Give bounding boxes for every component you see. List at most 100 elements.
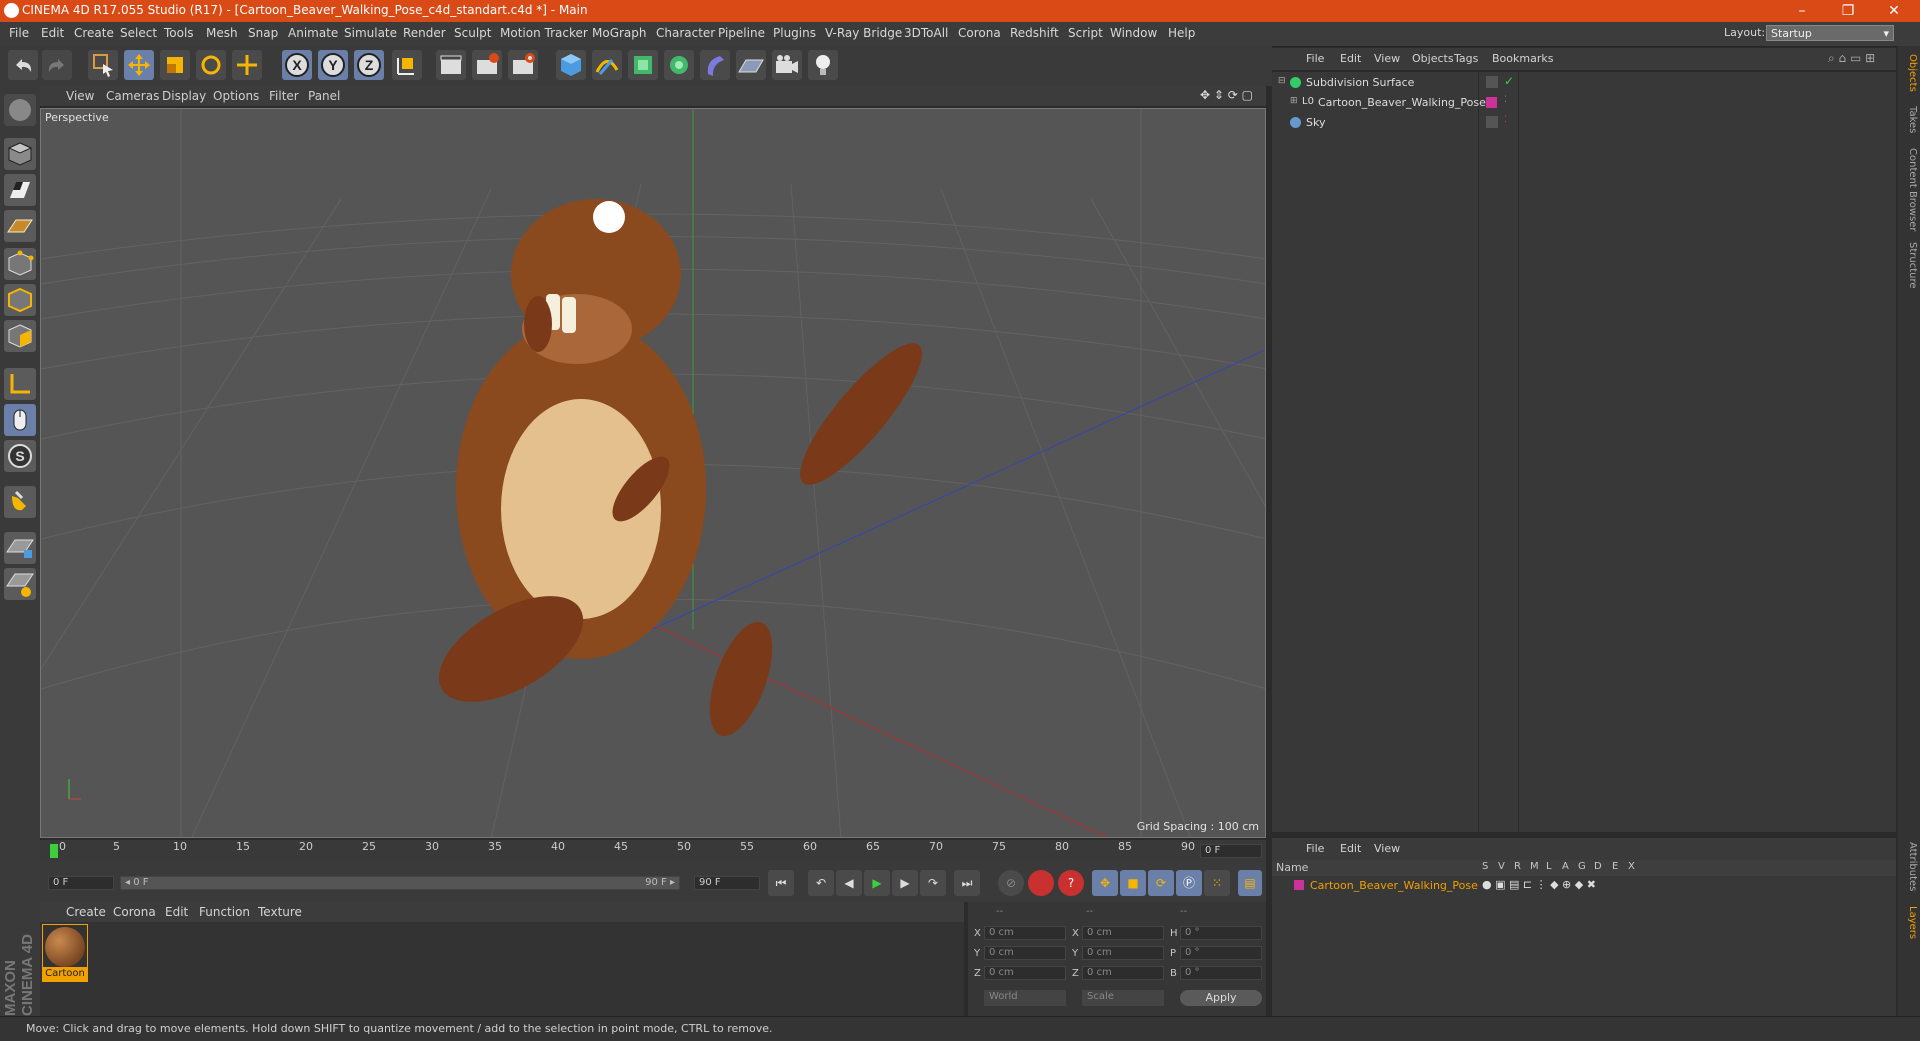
spline-pen-button[interactable] [592, 50, 622, 80]
layer-toggles-icon[interactable]: ● ▣ ▤ ⊏ ⋮ ◆ ⊕ ◆ ✖ [1482, 878, 1596, 891]
position-y-field[interactable]: 0 cm [984, 946, 1066, 960]
object-row-beaver[interactable]: ⊞ L0 Cartoon_Beaver_Walking_Pose ⁚ [1272, 94, 1896, 114]
om-menu-bookmarks[interactable]: Bookmarks [1492, 52, 1553, 65]
timeline-ruler[interactable]: 0 5 10 15 20 25 30 35 40 45 50 55 60 65 … [40, 840, 1266, 862]
play-button[interactable]: ▶ [864, 870, 890, 896]
minimize-button[interactable]: – [1780, 1, 1824, 21]
menu-redshift[interactable]: Redshift [1010, 26, 1059, 40]
layer-color-swatch[interactable] [1486, 97, 1497, 108]
viewport-menu-view[interactable]: View [66, 89, 94, 103]
cube-primitive-button[interactable] [556, 50, 586, 80]
menu-file[interactable]: File [9, 26, 29, 40]
menu-tools[interactable]: Tools [164, 26, 194, 40]
cloner-button[interactable] [664, 50, 694, 80]
polygons-mode-button[interactable] [4, 320, 36, 352]
texture-mode-button[interactable] [4, 174, 36, 206]
menu-edit[interactable]: Edit [41, 26, 64, 40]
make-editable-button[interactable] [4, 94, 36, 126]
menu-vray-bridge[interactable]: V-Ray Bridge [825, 26, 902, 40]
maximize-button[interactable]: ❐ [1826, 1, 1870, 21]
om-search-icon[interactable]: ⌕ ⌂ ▭ ⊞ [1828, 51, 1875, 66]
viewport-nav-icons[interactable]: ✥ ⇕ ⟳ ▢ [1200, 88, 1253, 102]
layout-select[interactable]: Startup ▾ [1766, 25, 1894, 41]
viewport-menu-cameras[interactable]: Cameras [106, 89, 159, 103]
lm-menu-edit[interactable]: Edit [1340, 842, 1361, 855]
object-row-subdivision[interactable]: ⊟ Subdivision Surface ✓ [1272, 74, 1896, 94]
tab-takes[interactable]: Takes [1900, 106, 1918, 133]
menu-select[interactable]: Select [120, 26, 157, 40]
scale-tool-button[interactable] [160, 50, 190, 80]
end-frame-field[interactable]: 90 F [694, 876, 760, 890]
layer-name[interactable]: Cartoon_Beaver_Walking_Pose [1310, 879, 1478, 892]
tab-attributes[interactable]: Attributes [1900, 842, 1918, 891]
next-key-button[interactable]: ↷ [920, 870, 946, 896]
tab-objects[interactable]: Objects [1900, 54, 1918, 92]
workplane-lock-button[interactable] [4, 532, 36, 564]
position-x-field[interactable]: 0 cm [984, 926, 1066, 940]
motion-path-button[interactable]: ⊘ [998, 870, 1024, 896]
points-mode-button[interactable] [4, 248, 36, 280]
subdivision-surface-button[interactable] [628, 50, 658, 80]
expand-icon[interactable]: ⊞ [1290, 96, 1298, 106]
menu-sculpt[interactable]: Sculpt [454, 26, 491, 40]
position-z-field[interactable]: 0 cm [984, 966, 1066, 980]
timeline-scheme-button[interactable]: ▤ [1238, 870, 1262, 896]
material-menu-function[interactable]: Function [199, 905, 250, 919]
layer-color-swatch[interactable] [1294, 880, 1304, 890]
enable-axis-button[interactable] [4, 368, 36, 400]
menu-pipeline[interactable]: Pipeline [718, 26, 765, 40]
redo-button[interactable] [42, 50, 72, 80]
rotate-tool-button[interactable] [196, 50, 226, 80]
current-frame-field[interactable]: 0 F [1200, 844, 1262, 858]
menu-animate[interactable]: Animate [288, 26, 338, 40]
live-selection-button[interactable] [88, 50, 118, 80]
tweak-mode-button[interactable] [4, 404, 36, 436]
menu-mesh[interactable]: Mesh [206, 26, 238, 40]
size-x-field[interactable]: 0 cm [1082, 926, 1164, 940]
light-button[interactable] [808, 50, 838, 80]
prev-key-button[interactable]: ↶ [808, 870, 834, 896]
lm-menu-view[interactable]: View [1374, 842, 1400, 855]
object-row-sky[interactable]: Sky ⁚ [1272, 114, 1896, 134]
menu-script[interactable]: Script [1068, 26, 1103, 40]
snapping-button[interactable] [4, 486, 36, 518]
key-rotation-button[interactable]: ⟳ [1148, 870, 1174, 896]
om-menu-file[interactable]: File [1306, 52, 1324, 65]
key-param-button[interactable]: Ⓟ [1176, 870, 1202, 896]
coordinate-system-button[interactable] [392, 50, 422, 80]
z-axis-button[interactable]: Z [354, 50, 384, 80]
om-menu-view[interactable]: View [1374, 52, 1400, 65]
viewport-menu-display[interactable]: Display [162, 89, 206, 103]
frame-range-slider[interactable]: ◂ 0 F 90 F ▸ [120, 876, 680, 890]
layer-row[interactable]: Cartoon_Beaver_Walking_Pose ● ▣ ▤ ⊏ ⋮ ◆ … [1272, 878, 1896, 894]
render-settings-button[interactable] [508, 50, 538, 80]
record-button[interactable] [1028, 870, 1054, 896]
menu-plugins[interactable]: Plugins [773, 26, 816, 40]
goto-start-button[interactable]: ⏮ [768, 870, 794, 896]
menu-help[interactable]: Help [1168, 26, 1195, 40]
menu-snap[interactable]: Snap [248, 26, 278, 40]
rotation-b-field[interactable]: 0 ° [1180, 966, 1262, 980]
next-frame-button[interactable]: ▶ [892, 870, 918, 896]
om-menu-tags[interactable]: Tags [1454, 52, 1478, 65]
viewport-menu-filter[interactable]: Filter [269, 89, 299, 103]
coord-mode-world-select[interactable]: World [984, 990, 1066, 1006]
key-position-button[interactable]: ✥ [1092, 870, 1118, 896]
edges-mode-button[interactable] [4, 284, 36, 316]
tab-structure[interactable]: Structure [1900, 242, 1918, 289]
layer-swatch[interactable] [1486, 116, 1498, 128]
x-axis-button[interactable]: X [282, 50, 312, 80]
start-frame-field[interactable]: 0 F [48, 876, 114, 890]
viewport-menu-panel[interactable]: Panel [308, 89, 340, 103]
y-axis-button[interactable]: Y [318, 50, 348, 80]
viewport-perspective[interactable]: Perspective Grid Spacing : 100 cm [40, 108, 1266, 838]
workplane-mode-button[interactable] [4, 210, 36, 242]
close-button[interactable]: ✕ [1872, 1, 1916, 21]
material-menu-corona[interactable]: Corona [113, 905, 156, 919]
key-scale-button[interactable]: ■ [1120, 870, 1146, 896]
enabled-check-icon[interactable]: ✓ [1504, 74, 1514, 88]
model-mode-button[interactable] [4, 138, 36, 170]
undo-button[interactable] [8, 50, 38, 80]
recent-tool-button[interactable] [232, 50, 262, 80]
rotation-p-field[interactable]: 0 ° [1180, 946, 1262, 960]
